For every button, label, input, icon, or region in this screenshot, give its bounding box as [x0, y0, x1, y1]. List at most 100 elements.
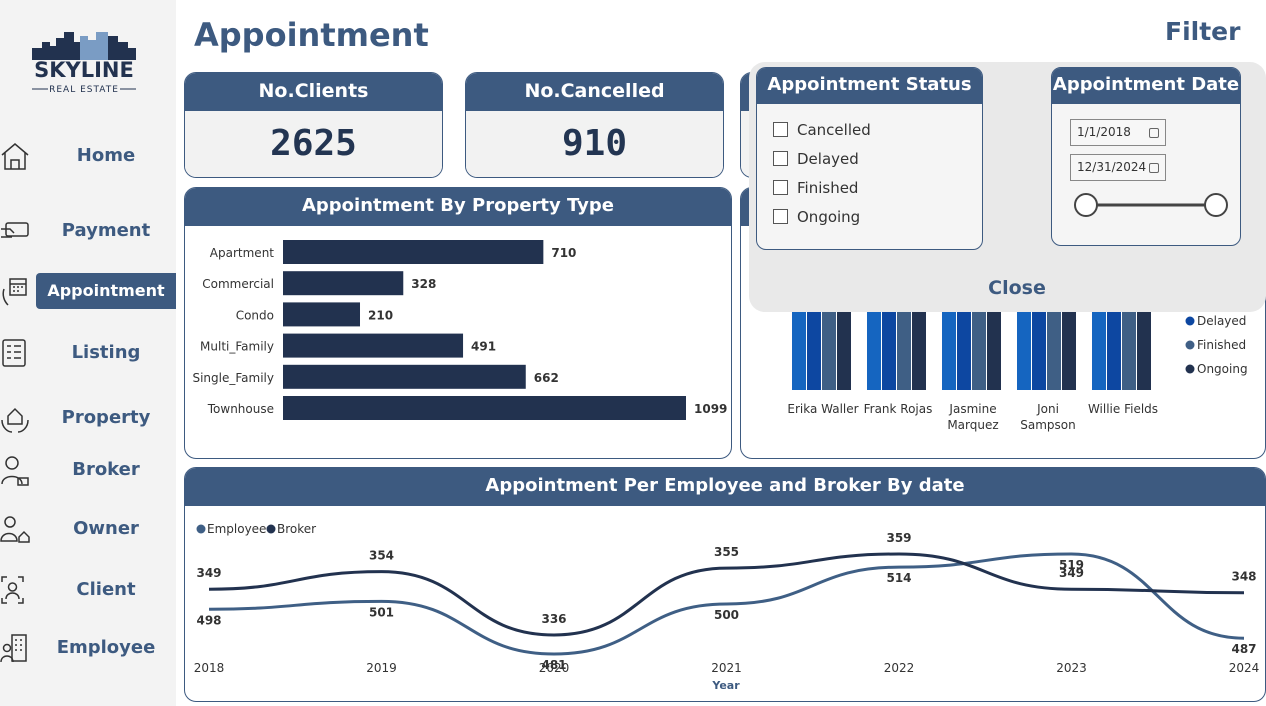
legend-marker [1185, 340, 1195, 350]
status-option-label: Delayed [797, 150, 859, 168]
line-data-label: 498 [196, 613, 221, 627]
start-date-input[interactable]: 1/1/2018 [1070, 119, 1166, 146]
column-bar[interactable] [897, 302, 911, 390]
nav-item-home[interactable]: Home [0, 138, 176, 174]
nav-item-listing[interactable]: Listing [0, 335, 176, 371]
status-option-cancelled[interactable]: Cancelled [773, 119, 871, 141]
nav-label-broker: Broker [72, 459, 140, 480]
bar-category-label: Multi_Family [200, 340, 274, 354]
legend-label: Delayed [1197, 314, 1246, 328]
employee-icon [0, 634, 27, 663]
checkbox[interactable] [773, 180, 788, 195]
calendar-icon [2, 278, 27, 306]
payment-icon [1, 222, 29, 238]
x-tick-label: 2018 [194, 661, 225, 675]
close-button[interactable]: Close [967, 274, 1067, 302]
filter-button[interactable]: Filter [1165, 17, 1240, 46]
status-option-ongoing[interactable]: Ongoing [773, 206, 860, 228]
line-data-label: 500 [714, 608, 739, 622]
line-data-label: 349 [1059, 566, 1084, 580]
column-bar[interactable] [807, 300, 821, 390]
column-bar[interactable] [1092, 302, 1106, 390]
date-range-slider[interactable] [1066, 188, 1236, 222]
nav-label-home: Home [76, 145, 136, 166]
nav-item-payment[interactable]: Payment [0, 213, 176, 249]
page-title: Appointment [194, 16, 429, 54]
nav-item-owner[interactable]: Owner [0, 511, 176, 547]
legend-label: Broker [277, 522, 316, 536]
nav-item-appointment[interactable]: Appointment [0, 273, 176, 309]
status-option-delayed[interactable]: Delayed [773, 148, 859, 170]
owner-icon [0, 516, 30, 543]
status-option-label: Ongoing [797, 208, 861, 226]
calendar-icon[interactable] [1149, 163, 1159, 173]
column-bar[interactable] [987, 302, 1001, 390]
column-bar[interactable] [837, 300, 851, 390]
filter-panel: Appointment Status Cancelled Delayed Fin… [749, 62, 1266, 312]
nav-label-client: Client [76, 579, 136, 600]
line-data-label: 354 [369, 549, 394, 563]
nav-item-employee[interactable]: Employee [0, 630, 176, 666]
column-bar[interactable] [867, 302, 881, 390]
slider-start-handle[interactable] [1074, 193, 1098, 217]
status-slicer-title: Appointment Status [757, 68, 982, 104]
status-option-finished[interactable]: Finished [773, 177, 858, 199]
legend-label: Ongoing [1197, 362, 1248, 376]
brand-subtitle: REAL ESTATE [49, 85, 119, 95]
nav-item-client[interactable]: Client [0, 572, 176, 608]
bar[interactable] [283, 302, 361, 327]
end-date-value: 12/31/2024 [1077, 160, 1147, 174]
line-data-label: 336 [541, 612, 566, 626]
column-bar[interactable] [882, 302, 896, 390]
checkbox[interactable] [773, 122, 788, 137]
column-bar[interactable] [912, 302, 926, 390]
nav-item-property[interactable]: Property [0, 400, 176, 436]
bar-value-label: 1099 [694, 402, 727, 416]
dashboard-root: SKYLINE REAL ESTATE Home Payment Appoint… [0, 0, 1266, 706]
bar[interactable] [283, 240, 544, 264]
status-slicer: Appointment Status Cancelled Delayed Fin… [756, 67, 983, 250]
column-bar[interactable] [822, 300, 836, 390]
checkbox[interactable] [773, 151, 788, 166]
nav-label-employee: Employee [56, 637, 156, 658]
line-data-label: 501 [369, 605, 394, 619]
line-data-label: 348 [1231, 570, 1256, 584]
end-date-input[interactable]: 12/31/2024 [1070, 154, 1166, 181]
x-tick-label: 2023 [1056, 661, 1087, 675]
date-slicer: Appointment Date 1/1/2018 12/31/2024 [1051, 67, 1241, 246]
calendar-icon[interactable] [1149, 128, 1159, 138]
line-data-label: 349 [196, 566, 221, 580]
bar[interactable] [283, 271, 404, 296]
line-data-label: 487 [1231, 642, 1256, 656]
column-bar[interactable] [1047, 301, 1061, 390]
line-series[interactable] [208, 552, 1245, 637]
property-type-chart: Apartment 710 Commercial 328 Condo 210 Multi_F… [192, 240, 727, 420]
bar[interactable] [283, 333, 464, 358]
column-bar[interactable] [1062, 310, 1076, 390]
slider-end-handle[interactable] [1204, 193, 1228, 217]
bar[interactable] [283, 364, 526, 389]
column-bar[interactable] [972, 302, 986, 390]
column-bar[interactable] [942, 302, 956, 390]
kpi-card-cancelled: No.Cancelled 910 [465, 72, 724, 178]
date-trend-chart-title: Appointment Per Employee and Broker By d… [185, 468, 1265, 506]
kpi-label-cancelled: No.Cancelled [466, 73, 723, 111]
column-bar[interactable] [1122, 302, 1136, 390]
client-icon [1, 576, 24, 604]
column-bar[interactable] [792, 300, 806, 390]
nav-label-payment: Payment [61, 220, 151, 241]
bar[interactable] [283, 396, 686, 420]
x-tick-label: 2024 [1229, 661, 1260, 675]
legend-marker [1185, 316, 1195, 326]
column-bar[interactable] [957, 303, 971, 390]
column-bar[interactable] [1107, 302, 1121, 390]
line-data-label: 514 [886, 571, 911, 585]
column-bar[interactable] [1137, 302, 1151, 390]
column-category-label: Joni [1036, 402, 1059, 416]
column-bar[interactable] [1017, 302, 1031, 390]
checkbox[interactable] [773, 209, 788, 224]
nav-item-broker[interactable]: Broker [0, 452, 176, 488]
bar-value-label: 491 [471, 340, 496, 354]
column-bar[interactable] [1032, 310, 1046, 390]
x-tick-label: 2019 [366, 661, 397, 675]
